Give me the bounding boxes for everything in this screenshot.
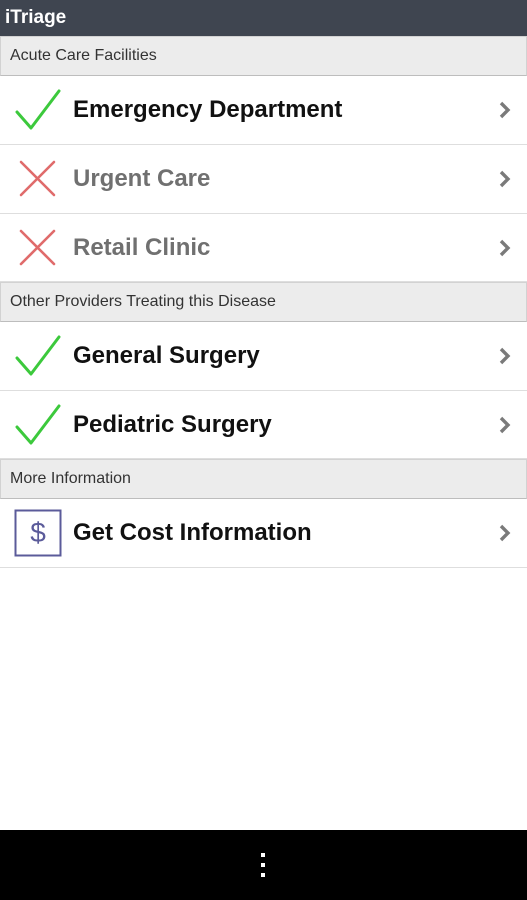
list-item-label: General Surgery [73, 342, 260, 369]
svg-text:$: $ [30, 517, 46, 548]
overflow-menu-icon[interactable] [258, 852, 268, 878]
list-item-pediatric-surgery[interactable]: Pediatric Surgery [0, 391, 527, 459]
list-item-urgent-care[interactable]: Urgent Care [0, 145, 527, 214]
app-title: iTriage [5, 7, 67, 28]
list-item-general-surgery[interactable]: General Surgery [0, 322, 527, 391]
chevron-right-icon [499, 524, 511, 542]
list-item-get-cost-information[interactable]: $ Get Cost Information [0, 499, 527, 568]
check-icon [15, 89, 61, 130]
screen: iTriage Acute Care Facilities Emergency … [0, 0, 527, 900]
list-item-label: Retail Clinic [73, 234, 211, 261]
check-icon [15, 335, 61, 376]
chevron-right-icon [499, 347, 511, 365]
section-header-acute-care: Acute Care Facilities [0, 36, 527, 76]
list-item-label: Emergency Department [73, 96, 343, 123]
list-item-label: Get Cost Information [73, 519, 312, 546]
navigation-bar [0, 830, 527, 900]
dollar-icon: $ [14, 509, 62, 557]
chevron-right-icon [499, 416, 511, 434]
section-header-other-providers: Other Providers Treating this Disease [0, 282, 527, 322]
list-item-retail-clinic[interactable]: Retail Clinic [0, 214, 527, 282]
list-item-label: Pediatric Surgery [73, 411, 272, 438]
check-icon [15, 404, 61, 445]
cross-icon [19, 229, 56, 266]
chevron-right-icon [499, 101, 511, 119]
cross-icon [19, 160, 56, 197]
list-item-emergency-department[interactable]: Emergency Department [0, 76, 527, 145]
section-header-more-information: More Information [0, 459, 527, 499]
list-item-label: Urgent Care [73, 165, 211, 192]
app-title-bar: iTriage [0, 0, 527, 36]
triage-list: Acute Care Facilities Emergency Departme… [0, 36, 527, 568]
chevron-right-icon [499, 239, 511, 257]
chevron-right-icon [499, 170, 511, 188]
